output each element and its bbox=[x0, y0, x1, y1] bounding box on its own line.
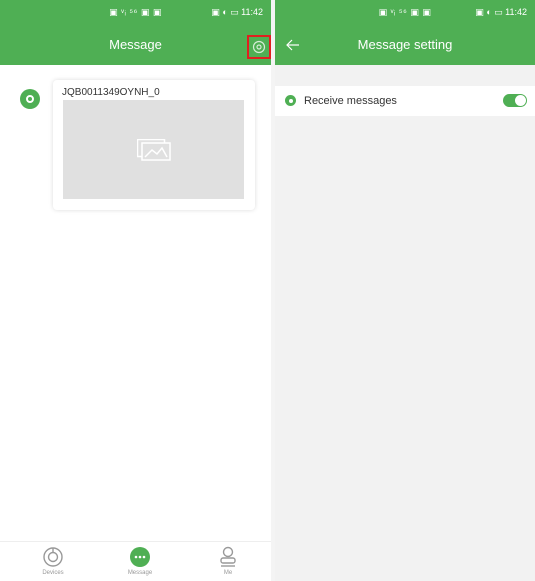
message-card[interactable]: JQB0011349OYNH_0 bbox=[53, 80, 255, 210]
nav-item-devices[interactable]: Devices bbox=[23, 546, 83, 576]
nav-label: Devices bbox=[42, 570, 64, 576]
me-icon bbox=[220, 546, 236, 567]
gear-icon bbox=[252, 40, 266, 54]
bottom-navigation: Devices Message Me bbox=[0, 541, 271, 581]
message-image-placeholder[interactable] bbox=[63, 100, 244, 199]
message-setting-screen: ▣ ᵛᵢ ⁵⁶ ▣ ▣ ▣ ◐ ▭ 11:42 Message setting … bbox=[275, 0, 535, 581]
image-icon bbox=[136, 138, 171, 161]
message-icon bbox=[130, 547, 150, 567]
nav-label: Me bbox=[223, 570, 233, 576]
nav-item-message[interactable]: Message bbox=[110, 546, 170, 576]
message-avatar-icon bbox=[20, 89, 40, 109]
app-bar: Message bbox=[0, 25, 271, 65]
status-time: ▣ ◐ ▭ 11:42 bbox=[211, 7, 263, 17]
status-time: ▣ ◐ ▭ 11:42 bbox=[475, 7, 527, 17]
devices-icon bbox=[43, 547, 63, 567]
receive-messages-toggle[interactable] bbox=[503, 94, 527, 107]
status-bar: ▣ ᵛᵢ ⁵⁶ ▣ ▣ ▣ ◐ ▭ 11:42 bbox=[275, 0, 535, 25]
nav-label: Message bbox=[127, 570, 153, 576]
message-sender: JQB0011349OYNH_0 bbox=[62, 87, 160, 98]
nav-item-me[interactable]: Me bbox=[198, 546, 258, 576]
receive-messages-label: Receive messages bbox=[304, 95, 397, 107]
page-title: Message bbox=[109, 37, 162, 52]
app-bar: Message setting bbox=[275, 25, 535, 65]
page-title: Message setting bbox=[357, 37, 453, 52]
bullet-icon bbox=[285, 95, 296, 106]
message-screen: ▣ ᵛᵢ ⁵⁶ ▣ ▣ ▣ ◐ ▭ 11:42 Message JQB00113… bbox=[0, 0, 271, 581]
status-bar: ▣ ᵛᵢ ⁵⁶ ▣ ▣ ▣ ◐ ▭ 11:42 bbox=[0, 0, 271, 25]
settings-button[interactable] bbox=[247, 35, 271, 59]
receive-messages-row: Receive messages bbox=[275, 86, 535, 116]
